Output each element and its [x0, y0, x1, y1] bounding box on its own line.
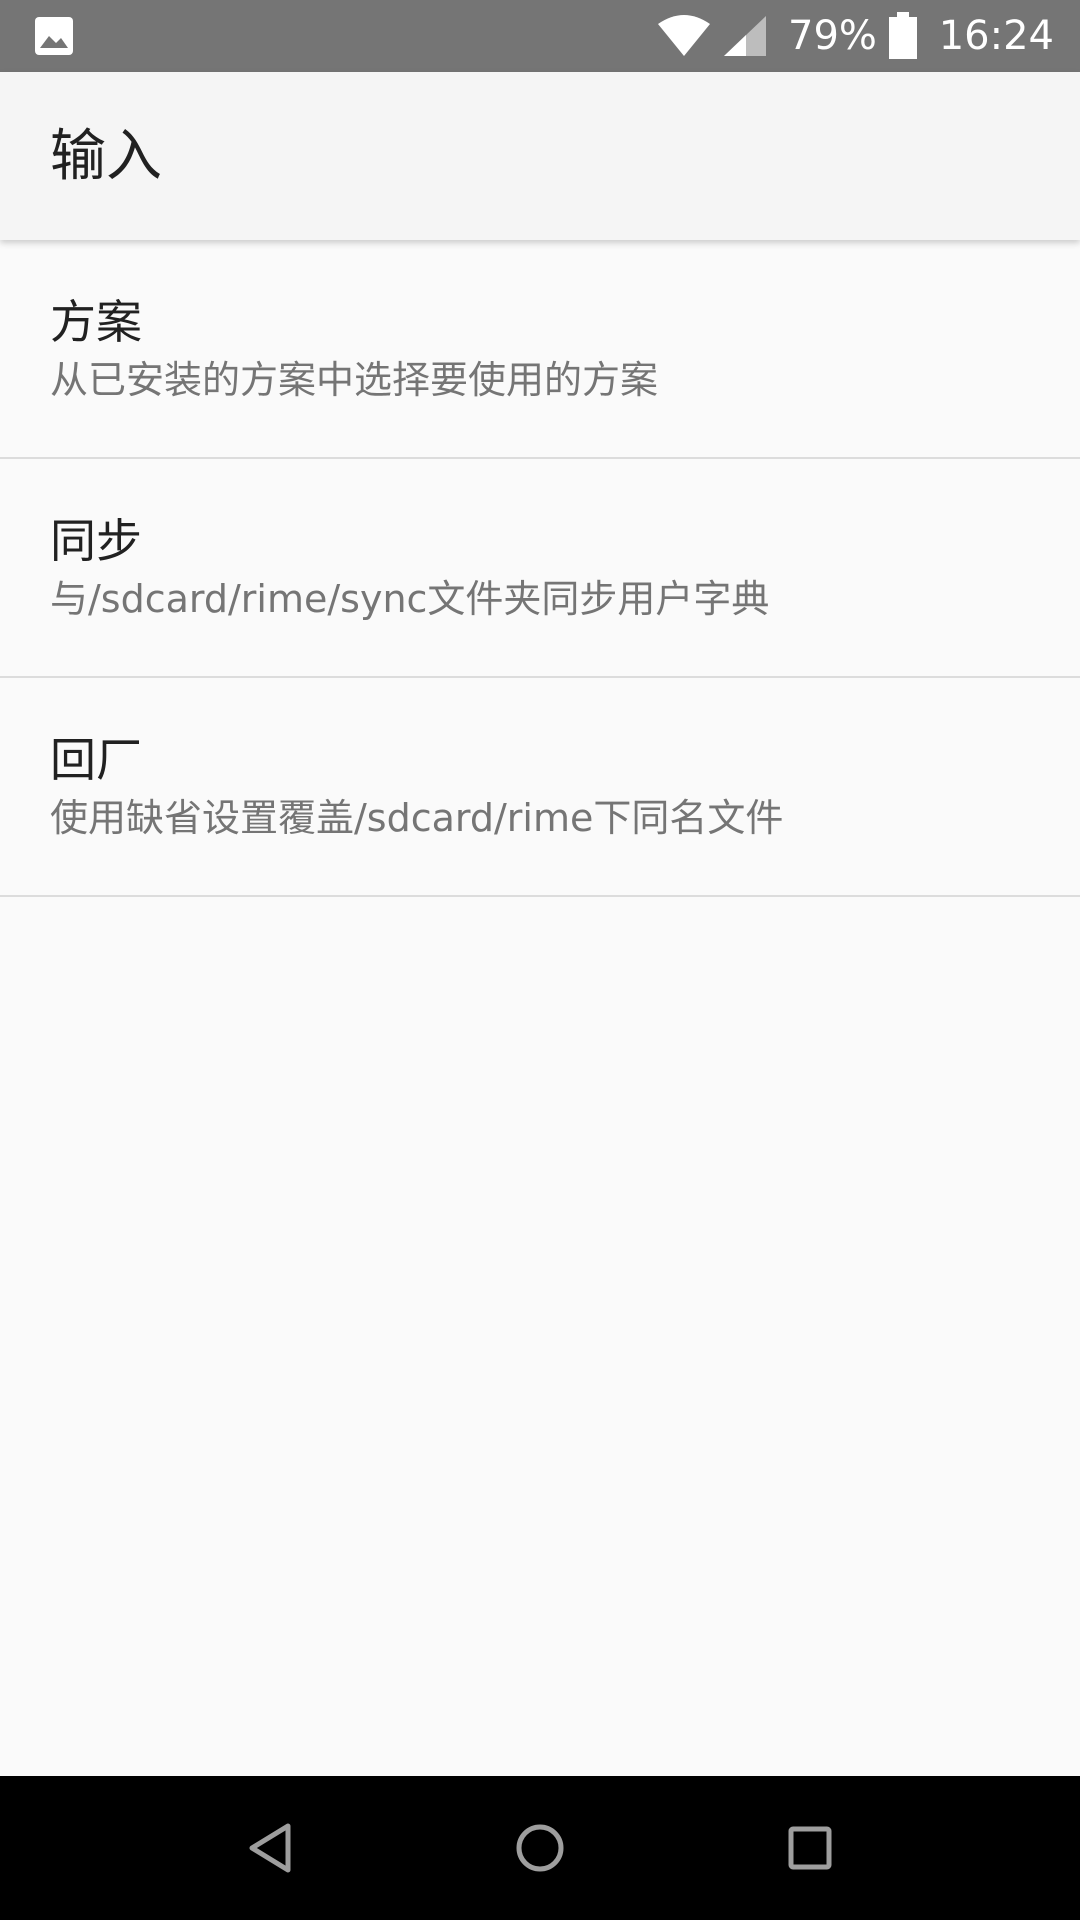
pref-summary: 与/sdcard/rime/sync文件夹同步用户字典 — [50, 577, 770, 621]
image-icon — [35, 17, 73, 55]
pref-title: 回厂 — [50, 733, 142, 787]
cell-signal-icon — [724, 16, 766, 56]
battery-percent: 79% — [788, 13, 877, 59]
page-title: 输入 — [50, 124, 162, 189]
recents-icon[interactable] — [774, 1812, 846, 1884]
home-icon[interactable] — [504, 1812, 576, 1884]
back-icon[interactable] — [234, 1812, 306, 1884]
wifi-icon — [658, 15, 710, 56]
pref-title: 方案 — [50, 295, 142, 349]
navigation-bar — [0, 1776, 1080, 1920]
pref-summary: 从已安装的方案中选择要使用的方案 — [50, 358, 659, 402]
clock: 16:24 — [938, 13, 1054, 59]
pref-title: 同步 — [50, 514, 142, 568]
battery-icon — [889, 12, 917, 59]
pref-item-schema[interactable]: 方案 从已安装的方案中选择要使用的方案 — [0, 240, 1080, 459]
status-bar: 79% 16:24 — [0, 0, 1080, 72]
pref-item-reset[interactable]: 回厂 使用缺省设置覆盖/sdcard/rime下同名文件 — [0, 678, 1080, 897]
pref-summary: 使用缺省设置覆盖/sdcard/rime下同名文件 — [50, 796, 784, 840]
app-bar: 输入 — [0, 72, 1080, 240]
pref-item-sync[interactable]: 同步 与/sdcard/rime/sync文件夹同步用户字典 — [0, 459, 1080, 678]
preference-list: 方案 从已安装的方案中选择要使用的方案 同步 与/sdcard/rime/syn… — [0, 240, 1080, 897]
